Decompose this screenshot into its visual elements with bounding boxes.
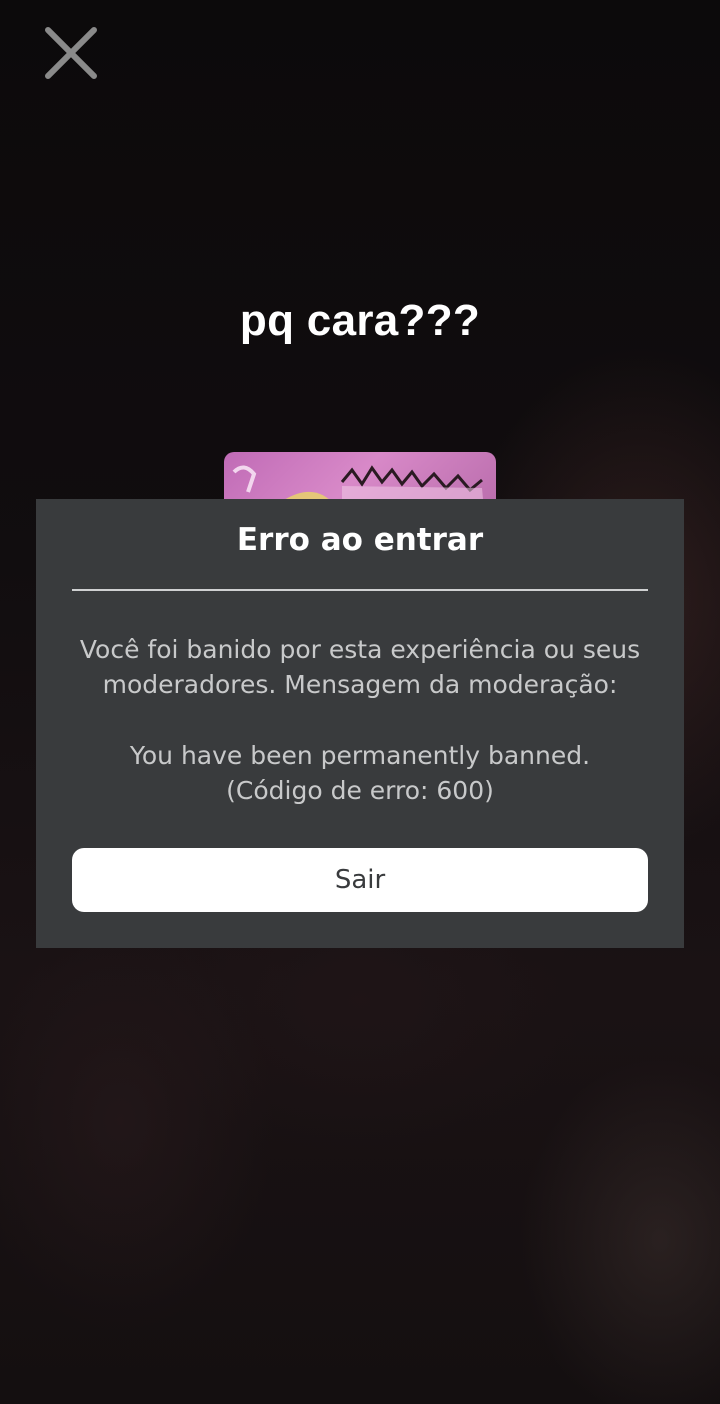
screen: pq cara??? Erro ao entrar Você foi banid… — [0, 0, 720, 1404]
close-button[interactable] — [38, 20, 104, 86]
dialog-title: Erro ao entrar — [236, 522, 484, 558]
leave-button[interactable]: Sair — [72, 848, 648, 912]
overlay-caption: pq cara??? — [239, 296, 481, 345]
moderation-message: You have been permanently banned. (Códig… — [60, 738, 660, 808]
ban-message-line-1: Você foi banido por esta experiência ou … — [79, 635, 641, 664]
dialog-divider — [72, 589, 648, 591]
close-icon — [38, 20, 104, 86]
error-code: (Código de erro: 600) — [226, 776, 494, 805]
ban-message-line-2: moderadores. Mensagem da moderação: — [102, 670, 618, 699]
ban-message: Você foi banido por esta experiência ou … — [60, 632, 660, 702]
moderation-message-text: You have been permanently banned. — [129, 741, 591, 770]
